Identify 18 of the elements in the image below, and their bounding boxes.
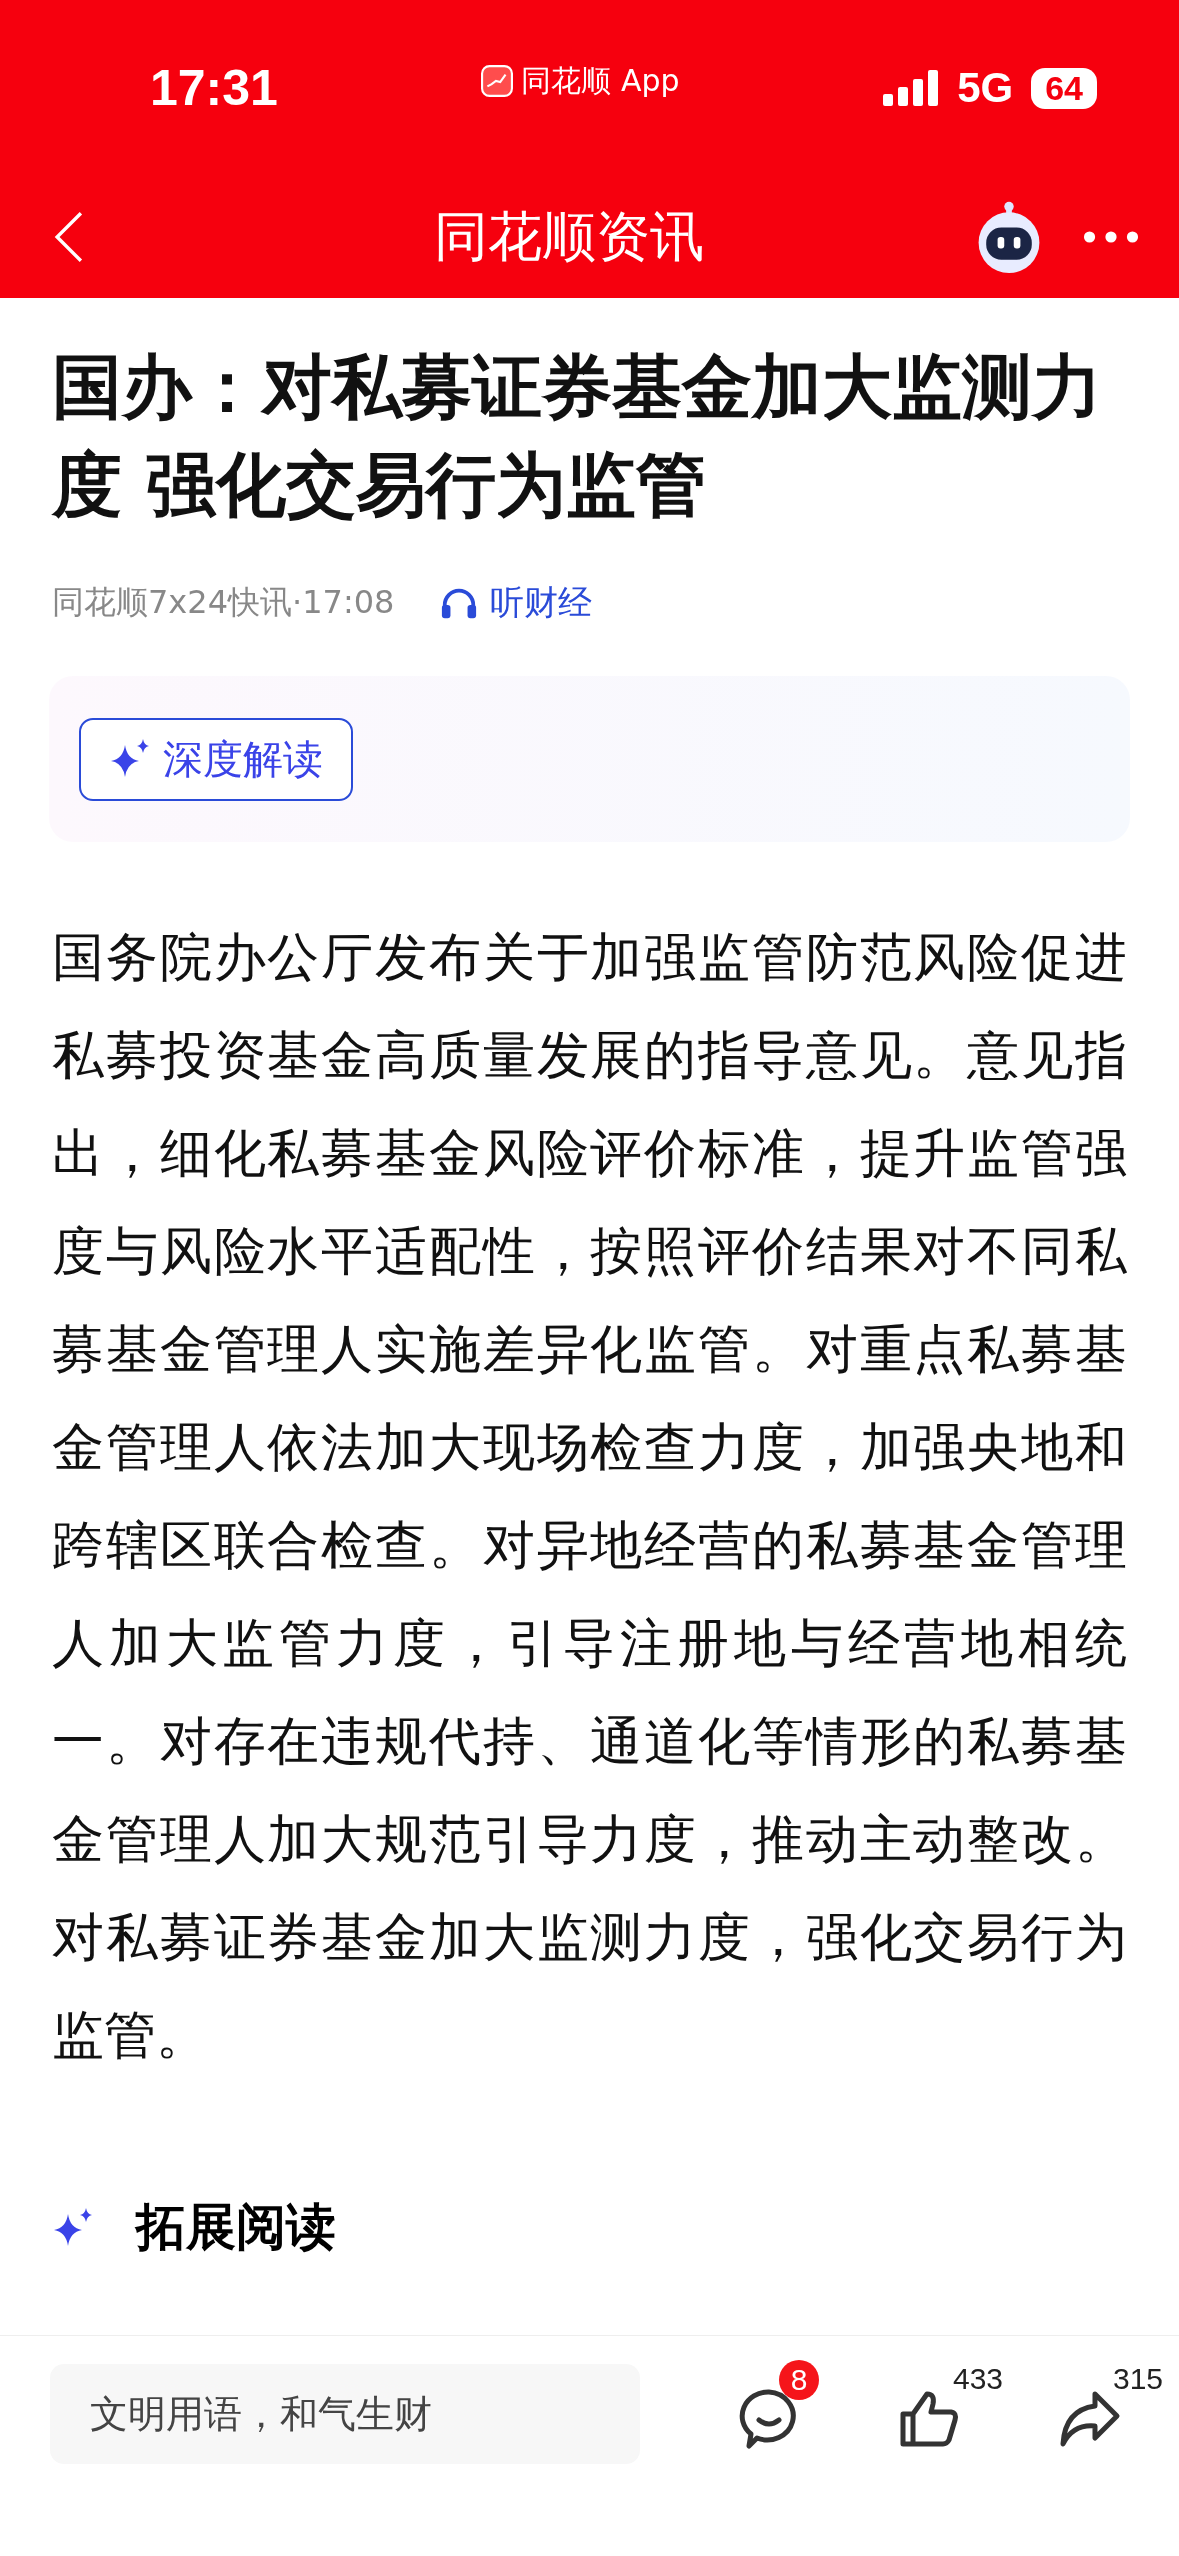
share-count: 315: [1113, 2362, 1164, 2396]
comment-count-badge: 8: [779, 2360, 819, 2400]
status-time: 17:31: [150, 59, 278, 117]
app-icon: [481, 65, 514, 97]
section-heading: 拓展阅读: [136, 2197, 336, 2258]
listen-link[interactable]: 听财经: [440, 580, 593, 626]
article-source: 同花顺7x24快讯·17:08: [52, 582, 395, 623]
comment-input[interactable]: 文明用语，和气生财: [50, 2364, 640, 2464]
deep-read-button[interactable]: 深度解读: [79, 717, 353, 801]
signal-icon: [883, 70, 940, 106]
battery-indicator: 64: [1031, 67, 1097, 109]
like-count: 433: [953, 2362, 1004, 2396]
page-title: 同花顺资讯: [432, 203, 705, 270]
article-title: 国办：对私募证券基金加大监测力度 强化交易行为监管: [52, 345, 1103, 528]
app-label: 同花顺 App: [521, 61, 680, 100]
network-label: 5G: [957, 64, 1014, 112]
article-body: 国务院办公厅发布关于加强监管防范风险促进私募投资基金高质量发展的指导意见。意见指出，细化私募基金风险评价标准，提升监管强度与风险水平适配性，按照评价结果对不同私募基金管理人实施差异化监管。对重点私募基金管理人依法加大现场检查力度，加强央地和跨辖区联合检查。对异地经营的私募基金管理人加大监管力度，引导注册地与经营地相统一。对存在违规代持、通道化等情形的私募基金管理人加大规范引导力度，推动主动整改。对私募证券基金加大监测力度，强化交易行为监管。: [52, 926, 1127, 2067]
more-icon[interactable]: [1083, 230, 1139, 244]
